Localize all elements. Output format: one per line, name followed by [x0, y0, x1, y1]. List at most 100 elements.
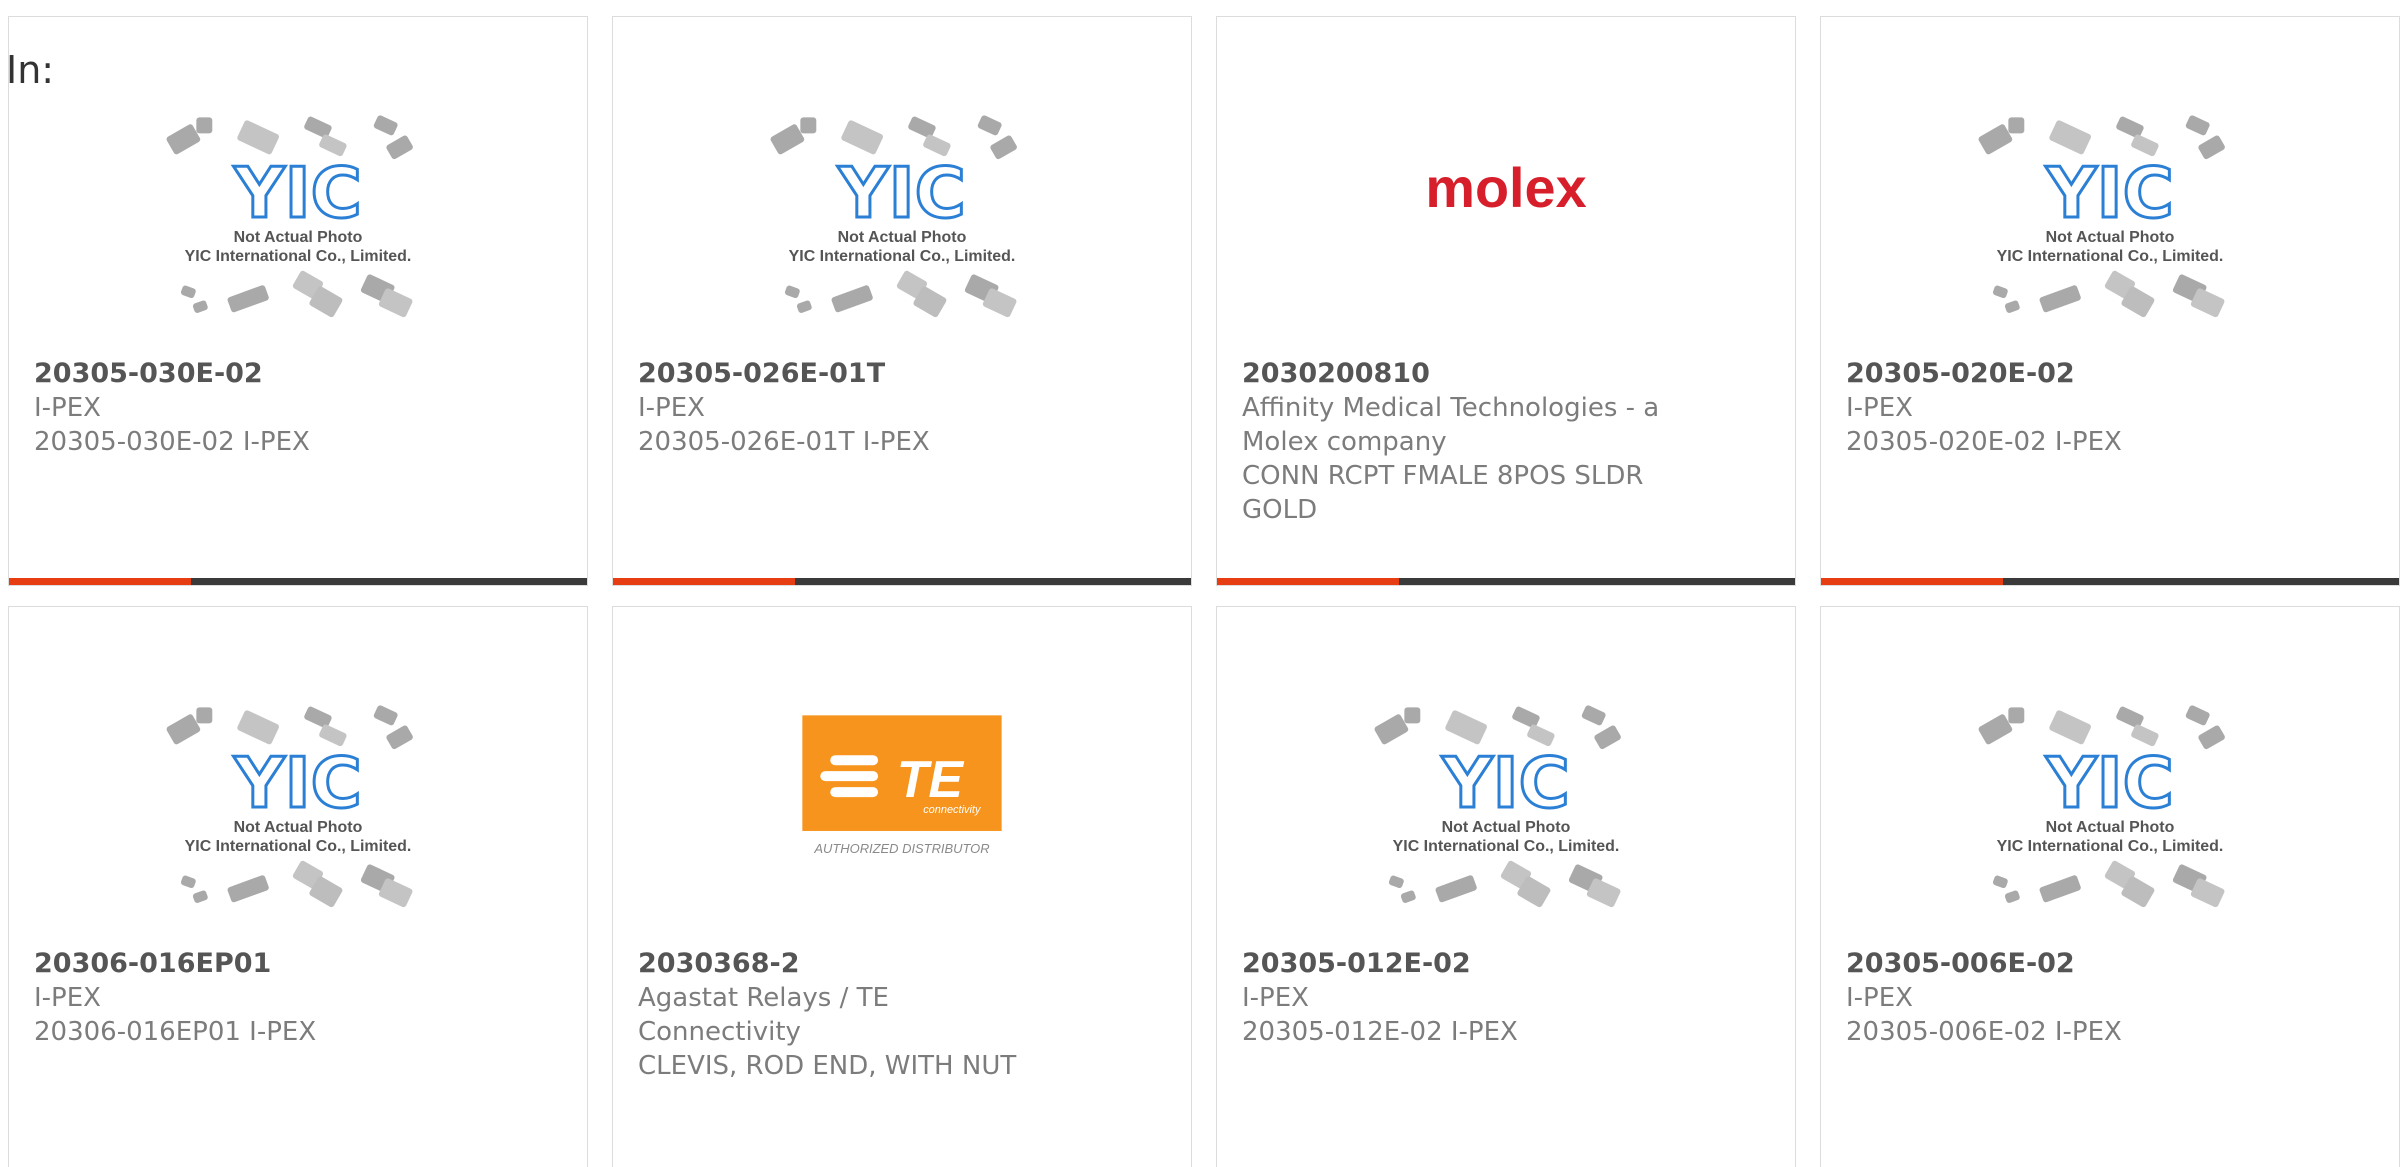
yic-placeholder-image: YICNot Actual Photo YIC International Co.… [1374, 705, 1621, 908]
yic-logo: YIC [233, 153, 362, 234]
chip-icon [1400, 890, 1416, 903]
chip-icon [1374, 714, 1409, 745]
manufacturer-name: Affinity Medical Technologies - a [1242, 393, 1660, 423]
yic-placeholder-image: YICNot Actual Photo YIC International Co.… [1978, 115, 2225, 318]
chip-icon [2049, 710, 2091, 745]
product-info: 20305-030E-02 I-PEX 20305-030E-02 I-PEX [34, 357, 454, 459]
part-number-link[interactable]: 2030368-2 [638, 947, 1058, 981]
product-card[interactable]: YIC Not Actual Photo YIC International Co.… [1820, 606, 2400, 1167]
chip-icon [386, 725, 413, 750]
svg-text:TE: TE [897, 750, 965, 808]
product-description: 20305-012E-02 I-PEX [1242, 1017, 1518, 1047]
product-card[interactable]: YIC Not Actual Photo YIC International Co.… [1820, 16, 2400, 586]
chip-icon [2185, 115, 2210, 136]
product-description: Molex company [1242, 427, 1447, 457]
product-description: CLEVIS, ROD END, WITH NUT [638, 1051, 1017, 1081]
product-card[interactable]: molex 2030200810 Affinity Medical Technolo… [1216, 16, 1796, 586]
yic-logo: YIC [2045, 743, 2174, 824]
product-image[interactable]: molex [1217, 97, 1795, 363]
chip-icon [1594, 725, 1621, 750]
product-card[interactable]: YIC Not Actual Photo YIC International Co.… [8, 606, 588, 1167]
chip-icon [373, 705, 398, 726]
in-label: In: [6, 48, 55, 92]
chip-icon [1388, 875, 1404, 889]
yic-company-text: YIC International Co., Limited. [1393, 838, 1620, 855]
card-bar-accent [613, 578, 795, 585]
product-image[interactable]: YIC Not Actual Photo YIC International Co.… [1217, 687, 1795, 953]
not-actual-photo-text: Not Actual Photo [2046, 229, 2175, 246]
molex-logo: molex [1425, 156, 1586, 219]
chip-icon [800, 117, 817, 134]
chip-icon [1404, 707, 1421, 724]
chip-icon [841, 120, 883, 155]
part-number-link[interactable]: 2030200810 [1242, 357, 1662, 391]
product-card[interactable]: TE connectivity AUTHORIZED DISTRIBUTOR 2030… [612, 606, 1192, 1167]
chip-icon [1992, 285, 2008, 299]
chip-icon [192, 300, 208, 313]
product-image[interactable]: TE connectivity AUTHORIZED DISTRIBUTOR [613, 687, 1191, 953]
chip-icon [237, 120, 279, 155]
yic-company-text: YIC International Co., Limited. [185, 248, 412, 265]
chip-icon [1992, 875, 2008, 889]
chip-icon [386, 135, 413, 160]
yic-placeholder-image: YICNot Actual Photo YIC International Co.… [770, 115, 1017, 318]
chip-icon [770, 124, 805, 155]
product-image[interactable]: YIC Not Actual Photo YIC International Co.… [9, 687, 587, 953]
chip-icon [990, 135, 1017, 160]
manufacturer-name: I-PEX [34, 393, 101, 423]
yic-logo: YIC [1441, 743, 1570, 824]
chip-icon [2039, 285, 2081, 313]
manufacturer-name: I-PEX [34, 983, 101, 1013]
not-actual-photo-text: Not Actual Photo [234, 819, 363, 836]
chip-icon [237, 710, 279, 745]
chip-icon [227, 875, 269, 903]
product-image[interactable]: YIC Not Actual Photo YIC International Co.… [613, 97, 1191, 363]
chip-icon [2198, 135, 2225, 160]
chip-icon [2004, 300, 2020, 313]
product-card[interactable]: YIC Not Actual Photo YIC International Co.… [1216, 606, 1796, 1167]
yic-company-text: YIC International Co., Limited. [1997, 838, 2224, 855]
chip-icon [373, 115, 398, 136]
svg-text:molex: molex [1425, 156, 1586, 219]
yic-placeholder-image: YICNot Actual Photo YIC International Co.… [166, 705, 413, 908]
product-image[interactable]: YIC Not Actual Photo YIC International Co.… [1821, 97, 2399, 363]
chip-icon [196, 117, 213, 134]
part-number-link[interactable]: 20305-012E-02 [1242, 947, 1662, 981]
product-description: 20305-026E-01T I-PEX [638, 427, 930, 457]
part-number-link[interactable]: 20305-006E-02 [1846, 947, 2266, 981]
product-info: 20305-006E-02 I-PEX 20305-006E-02 I-PEX [1846, 947, 2266, 1049]
product-card[interactable]: YIC Not Actual Photo YIC International Co.… [8, 16, 588, 586]
product-card[interactable]: YIC Not Actual Photo YIC International Co.… [612, 16, 1192, 586]
not-actual-photo-text: Not Actual Photo [234, 229, 363, 246]
part-number-link[interactable]: 20305-026E-01T [638, 357, 1058, 391]
card-bar-accent [1821, 578, 2003, 585]
card-progress-bar [9, 578, 587, 585]
product-image[interactable]: YIC Not Actual Photo YIC International Co.… [9, 97, 587, 363]
part-number-link[interactable]: 20306-016EP01 [34, 947, 454, 981]
product-image[interactable]: YIC Not Actual Photo YIC International Co.… [1821, 687, 2399, 953]
product-info: 20306-016EP01 I-PEX 20306-016EP01 I-PEX [34, 947, 454, 1049]
chip-icon [1435, 875, 1477, 903]
manufacturer-name: I-PEX [1242, 983, 1309, 1013]
manufacturer-name: I-PEX [638, 393, 705, 423]
yic-placeholder-image: YICNot Actual Photo YIC International Co.… [166, 115, 413, 318]
manufacturer-name: Agastat Relays / TE Connectivity [638, 983, 889, 1047]
chip-icon [196, 707, 213, 724]
product-info: 2030200810 Affinity Medical Technologies … [1242, 357, 1662, 527]
chip-icon [977, 115, 1002, 136]
yic-logo: YIC [837, 153, 966, 234]
chip-icon [1978, 714, 2013, 745]
part-number-link[interactable]: 20305-030E-02 [34, 357, 454, 391]
part-number-link[interactable]: 20305-020E-02 [1846, 357, 2266, 391]
yic-placeholder-image: YICNot Actual Photo YIC International Co.… [1978, 705, 2225, 908]
chip-icon [227, 285, 269, 313]
svg-text:connectivity: connectivity [923, 804, 982, 816]
chip-icon [2049, 120, 2091, 155]
not-actual-photo-text: Not Actual Photo [1442, 819, 1571, 836]
chip-icon [1581, 705, 1606, 726]
chip-icon [2039, 875, 2081, 903]
yic-company-text: YIC International Co., Limited. [789, 248, 1016, 265]
not-actual-photo-text: Not Actual Photo [2046, 819, 2175, 836]
chip-icon [2004, 890, 2020, 903]
card-bar-accent [1217, 578, 1399, 585]
